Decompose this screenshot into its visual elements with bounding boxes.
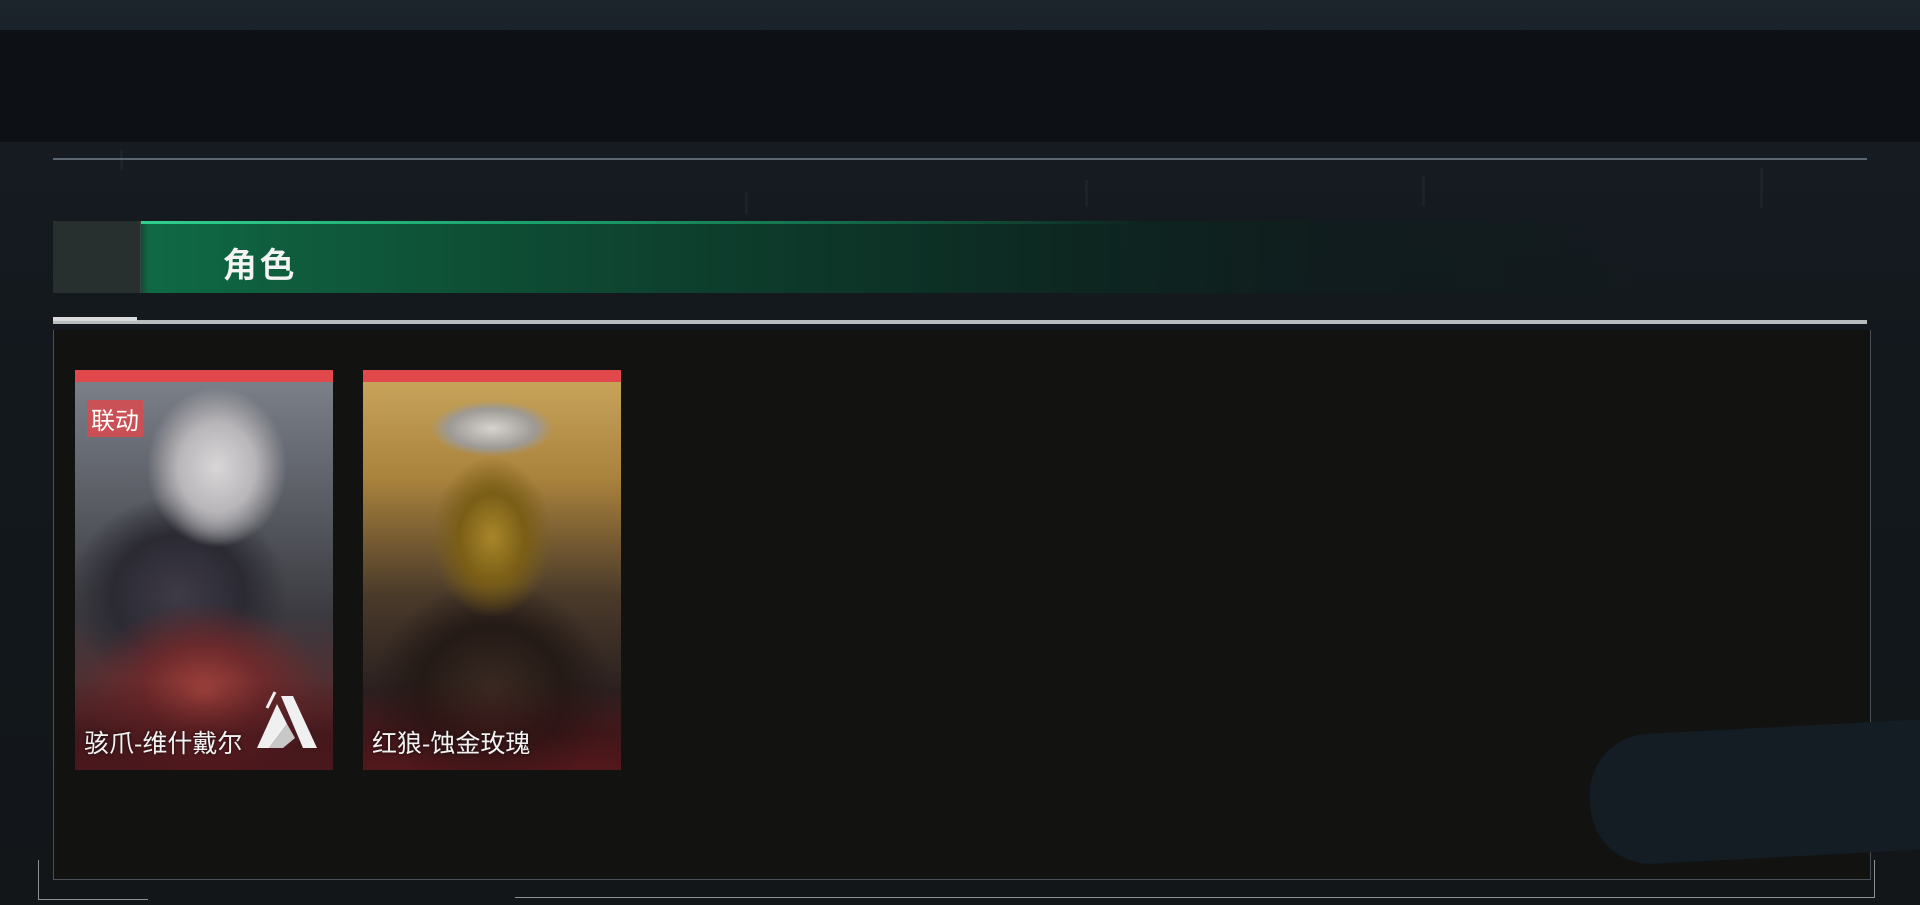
content-divider bbox=[53, 320, 1867, 324]
section-header-tab bbox=[53, 221, 141, 293]
content-divider-accent bbox=[53, 317, 137, 321]
collab-logo-icon bbox=[257, 691, 317, 748]
collab-badge: 联动 bbox=[87, 400, 143, 437]
frame-bottom-line bbox=[515, 897, 1875, 898]
frame-corner-right bbox=[1874, 860, 1875, 898]
section-header: 角色 bbox=[53, 221, 1653, 293]
character-name: 红狼-蚀金玫瑰 bbox=[372, 730, 531, 758]
top-divider bbox=[53, 158, 1867, 160]
character-card[interactable]: 红狼-蚀金玫瑰 bbox=[363, 370, 621, 770]
section-title: 角色 bbox=[223, 247, 297, 285]
decorative-overlay bbox=[1586, 719, 1920, 867]
card-accent-bar bbox=[363, 370, 621, 382]
card-accent-bar bbox=[75, 370, 333, 382]
character-card[interactable]: 联动 骇爪-维什戴尔 bbox=[75, 370, 333, 770]
top-banner bbox=[0, 30, 1920, 142]
character-name: 骇爪-维什戴尔 bbox=[84, 730, 243, 758]
frame-corner-left bbox=[38, 860, 148, 900]
